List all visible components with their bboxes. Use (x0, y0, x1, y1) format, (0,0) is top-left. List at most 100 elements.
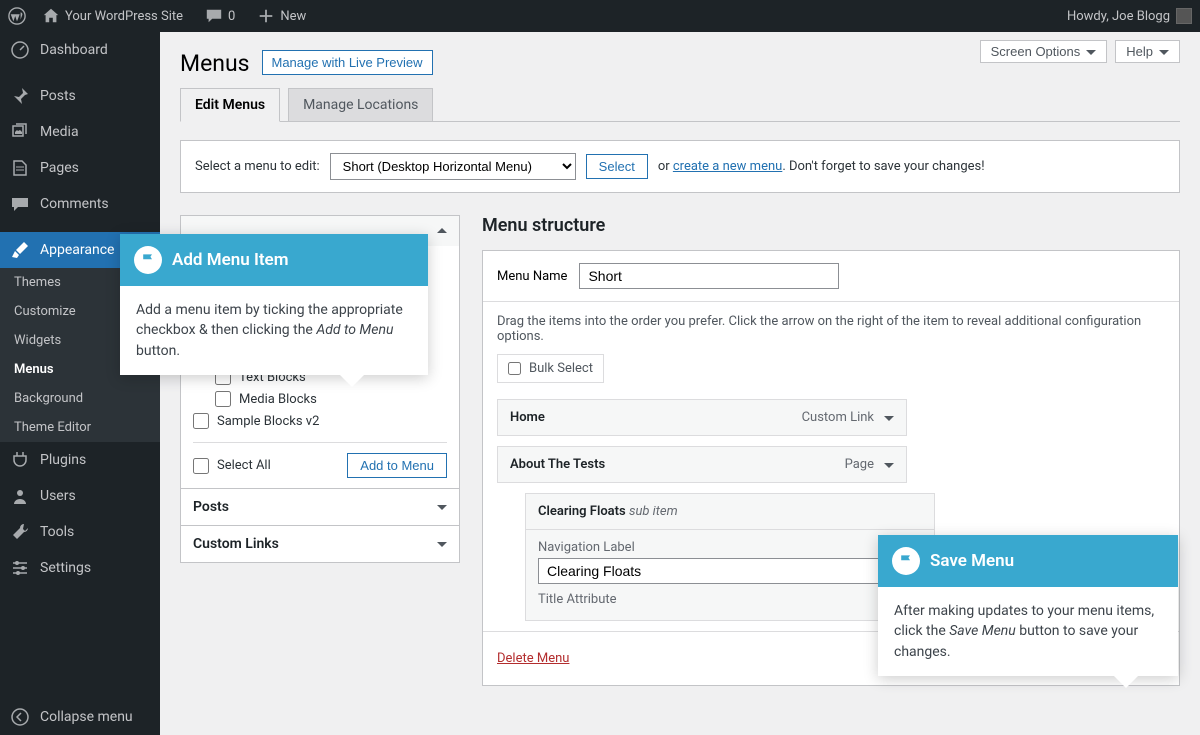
callout-body: Add a menu item by ticking the appropria… (120, 286, 428, 375)
howdy-text[interactable]: Howdy, Joe Blogg (1067, 9, 1170, 24)
page-checkbox-label: Sample Blocks v2 (217, 414, 319, 429)
pin-icon (10, 86, 30, 106)
sidebar-item-settings[interactable]: Settings (0, 550, 160, 586)
menu-structure-heading: Menu structure (482, 215, 1180, 236)
screen-options-label: Screen Options (991, 44, 1081, 59)
sub-item-note: sub item (629, 504, 678, 519)
screen-options-button[interactable]: Screen Options (980, 40, 1108, 63)
sidebar-item-label: Media (40, 124, 79, 140)
callout-em: Add to Menu (316, 322, 393, 338)
callout-title: Save Menu (930, 551, 1014, 571)
caret-down-icon (1086, 50, 1096, 60)
flag-icon (892, 547, 920, 575)
help-button[interactable]: Help (1115, 40, 1180, 63)
caret-down-icon (437, 542, 447, 552)
sidebar-item-label: Plugins (40, 452, 86, 468)
add-to-menu-button[interactable]: Add to Menu (347, 453, 447, 478)
or-text: or (658, 159, 670, 174)
new-label: New (280, 9, 306, 24)
menu-name-input[interactable] (579, 263, 839, 289)
sidebar-item-label: Settings (40, 560, 91, 576)
select-menu-prompt: Select a menu to edit: (195, 159, 320, 174)
comments-count: 0 (228, 9, 235, 24)
select-menu-button[interactable]: Select (586, 154, 648, 179)
menu-item-expanded-body: Navigation Label Title Attribute (526, 529, 934, 620)
title-attribute-label: Title Attribute (538, 592, 922, 607)
comments-icon (10, 194, 30, 214)
sidebar-item-media[interactable]: Media (0, 114, 160, 150)
tab-edit-menus[interactable]: Edit Menus (180, 88, 280, 122)
menu-item-title: Clearing Floats (538, 504, 626, 519)
sidebar-subitem-theme-editor[interactable]: Theme Editor (0, 413, 160, 442)
dashboard-icon (10, 40, 30, 60)
menu-select-bar: Select a menu to edit: Short (Desktop Ho… (180, 140, 1180, 193)
accordion-custom-links-header[interactable]: Custom Links (181, 525, 459, 562)
sidebar-item-label: Appearance (40, 242, 114, 258)
sidebar-item-plugins[interactable]: Plugins (0, 442, 160, 478)
checkbox[interactable] (215, 391, 231, 407)
new-content-link[interactable]: New (251, 7, 312, 25)
plus-icon (257, 7, 275, 25)
menu-name-label: Menu Name (497, 269, 567, 284)
callout-title: Add Menu Item (172, 250, 288, 270)
sliders-icon (10, 558, 30, 578)
callout-body: After making updates to your menu items,… (878, 587, 1178, 676)
menu-select-dropdown[interactable]: Short (Desktop Horizontal Menu) (330, 153, 576, 180)
select-all-checkbox[interactable]: Select All (193, 455, 271, 477)
drag-instructions: Drag the items into the order you prefer… (497, 314, 1165, 344)
help-label: Help (1126, 44, 1153, 59)
menu-item-type: Custom Link (802, 410, 874, 425)
flag-icon (134, 246, 162, 274)
checkbox[interactable] (193, 413, 209, 429)
save-reminder-text: . Don't forget to save your changes! (782, 159, 984, 174)
select-all-label: Select All (217, 458, 271, 473)
menu-item-card[interactable]: About The Tests Page (497, 446, 907, 483)
wordpress-logo-icon[interactable] (8, 7, 26, 25)
bulk-select-label: Bulk Select (529, 361, 593, 376)
sidebar-item-tools[interactable]: Tools (0, 514, 160, 550)
accordion-posts-header[interactable]: Posts (181, 488, 459, 525)
bulk-select-toggle[interactable]: Bulk Select (497, 354, 604, 383)
plug-icon (10, 450, 30, 470)
sidebar-item-label: Pages (40, 160, 79, 176)
tab-manage-locations[interactable]: Manage Locations (288, 88, 433, 121)
sidebar-item-pages[interactable]: Pages (0, 150, 160, 186)
avatar[interactable] (1176, 8, 1192, 24)
menu-item-card[interactable]: Home Custom Link (497, 399, 907, 436)
menu-item-title: Home (510, 410, 545, 425)
comments-link[interactable]: 0 (199, 7, 241, 25)
accordion-section-label: Posts (193, 499, 229, 515)
sidebar-item-label: Posts (40, 88, 76, 104)
pages-icon (10, 158, 30, 178)
delete-menu-link[interactable]: Delete Menu (497, 651, 569, 666)
nav-label-input[interactable] (538, 558, 922, 584)
sidebar-subitem-background[interactable]: Background (0, 384, 160, 413)
callout-em: Save Menu (949, 623, 1016, 639)
caret-down-icon (1159, 50, 1169, 60)
sidebar-item-label: Dashboard (40, 42, 108, 58)
menu-item-card-sub[interactable]: Clearing Floats sub item Navigation Labe… (525, 493, 935, 621)
site-title: Your WordPress Site (65, 9, 183, 24)
sidebar-item-users[interactable]: Users (0, 478, 160, 514)
wrench-icon (10, 522, 30, 542)
callout-save-menu: Save Menu After making updates to your m… (878, 535, 1178, 676)
create-new-menu-link[interactable]: create a new menu (673, 159, 782, 174)
user-icon (10, 486, 30, 506)
sidebar-item-comments[interactable]: Comments (0, 186, 160, 222)
sidebar-item-posts[interactable]: Posts (0, 78, 160, 114)
collapse-icon (10, 707, 30, 727)
page-checkbox-row[interactable]: Media Blocks (193, 388, 447, 410)
page-checkbox-row[interactable]: Sample Blocks v2 (193, 410, 447, 432)
manage-live-preview-button[interactable]: Manage with Live Preview (262, 50, 433, 75)
site-link[interactable]: Your WordPress Site (36, 7, 189, 25)
caret-down-icon (884, 463, 894, 473)
callout-arrow-icon (1114, 676, 1138, 700)
page-title: Menus (180, 32, 250, 87)
nav-label-label: Navigation Label (538, 540, 922, 555)
sidebar-item-dashboard[interactable]: Dashboard (0, 32, 160, 68)
checkbox[interactable] (508, 362, 521, 375)
collapse-menu-button[interactable]: Collapse menu (0, 699, 160, 735)
checkbox[interactable] (193, 458, 209, 474)
home-icon (42, 7, 60, 25)
brush-icon (10, 240, 30, 260)
